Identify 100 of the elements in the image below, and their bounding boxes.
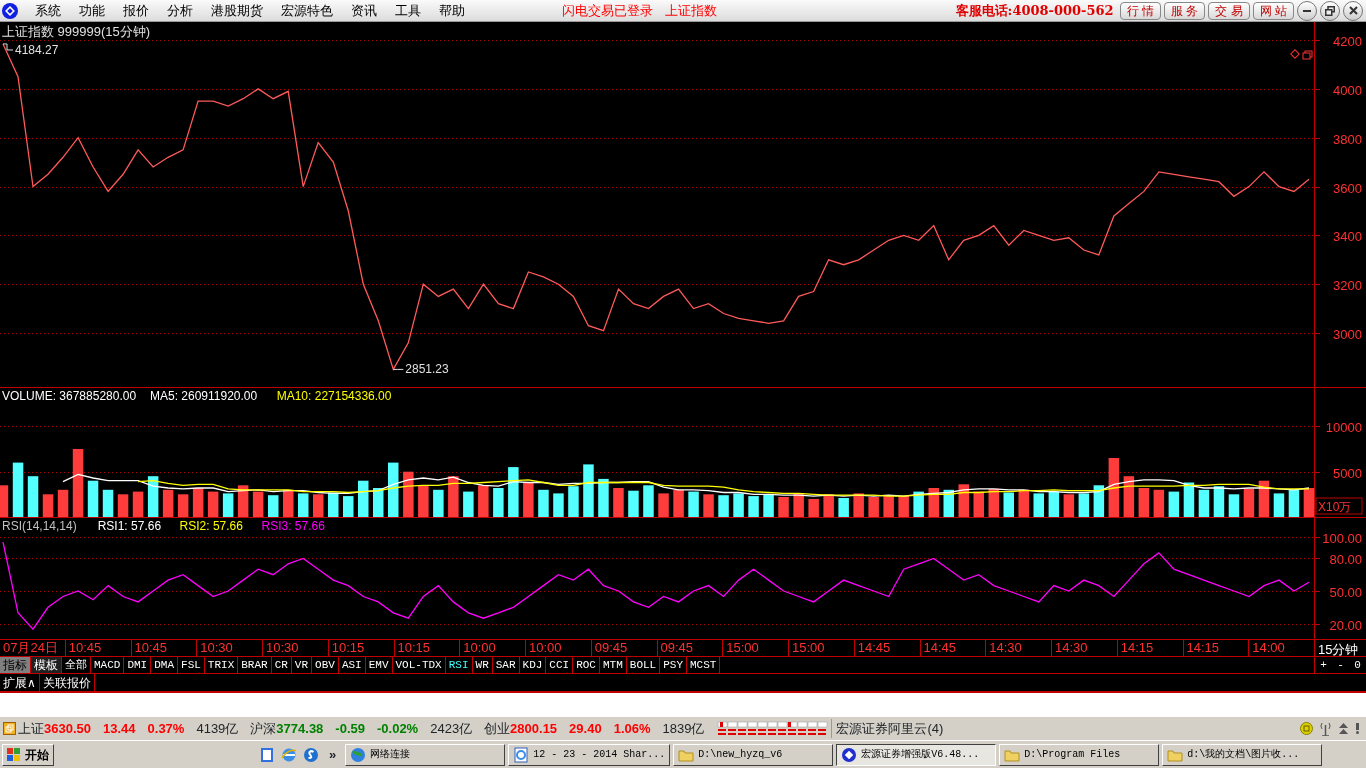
menu-item[interactable]: 功能 [70, 0, 114, 22]
index-price: 3774.38 [276, 719, 324, 738]
volume-bar [313, 494, 324, 517]
indicator-tab[interactable]: MACD [91, 657, 125, 673]
volume-bar [613, 488, 624, 517]
axis-label: 3400 [1333, 228, 1362, 244]
volume-bar [718, 495, 729, 517]
restore-button[interactable] [1320, 0, 1340, 21]
volume-bar [1138, 488, 1150, 517]
indicator-tab[interactable]: MTM [600, 657, 627, 673]
volume-bar [207, 491, 219, 517]
menu-item[interactable]: 工具 [386, 0, 430, 22]
indicator-tab[interactable]: CCI [546, 657, 574, 673]
indicator-tab[interactable]: MCST [687, 657, 721, 673]
index-price: 2800.15 [510, 719, 558, 738]
volume-bar [988, 488, 999, 517]
legend-text: RSI3: 57.66 [261, 519, 325, 533]
menu-item[interactable]: 帮助 [430, 0, 474, 22]
indicator-tab[interactable]: 模板 [31, 657, 62, 673]
volume-bar [883, 495, 894, 517]
index-amount: 4139亿 [196, 719, 239, 738]
volume-bar [703, 494, 714, 517]
index-percent: 0.37% [147, 719, 185, 738]
taskbar-button[interactable]: 网络连接 [345, 743, 506, 766]
volume-bar [1048, 491, 1060, 517]
index-change: -0.59 [335, 719, 365, 738]
index-name: 创业 [484, 719, 511, 738]
volume-bar [1168, 491, 1180, 517]
volume-bar [913, 491, 924, 517]
volume-bar [27, 476, 39, 517]
menu-item[interactable]: 分析 [158, 0, 202, 22]
volume-bar [523, 482, 534, 517]
time-label: 15:00 [723, 640, 789, 656]
axis-label: 50.00 [1329, 584, 1362, 600]
volume-bar [1273, 493, 1285, 517]
time-label: 10:30 [263, 640, 329, 656]
volume-bar [493, 488, 504, 517]
volume-bar [808, 498, 819, 517]
menu-button[interactable]: 交 易 [1208, 1, 1250, 20]
index-percent: -0.02% [377, 719, 419, 738]
volume-bar [373, 488, 384, 517]
start-button[interactable]: 开始 [2, 743, 54, 766]
volume-bar [778, 497, 789, 517]
indicator-tab[interactable]: VOL-TDX [392, 657, 446, 673]
index-amount: 1839亿 [662, 719, 705, 738]
volume-bar [1198, 489, 1210, 517]
hotline-text: 客服电话:4008-000-562 [955, 1, 1114, 20]
menu-item[interactable]: 资讯 [342, 0, 386, 22]
menu-item[interactable]: 宏源特色 [272, 0, 342, 22]
volume-bar [147, 476, 159, 517]
volume-bar [1018, 489, 1029, 517]
menu-item[interactable]: 港股期货 [202, 0, 272, 22]
volume-bar [763, 494, 774, 517]
menu-item[interactable]: 报价 [114, 0, 158, 22]
axis-label: 3600 [1333, 180, 1362, 196]
volume-bar [237, 485, 249, 517]
time-label: 14:30 [986, 640, 1052, 656]
taskbar-button[interactable]: d:\我的文档\图片收... [1162, 743, 1323, 766]
taskbar-button[interactable]: 12 - 23 - 2014 Shar... [508, 743, 671, 766]
period-label: 15分钟 [1317, 641, 1359, 656]
logo-icon [2, 2, 18, 19]
time-label: 14:15 [1183, 640, 1250, 656]
axis-label: 3000 [1333, 326, 1362, 342]
close-button[interactable] [1343, 0, 1363, 21]
menu-button[interactable]: 服 务 [1163, 1, 1206, 20]
volume-bar [838, 498, 849, 517]
volume-bar [478, 485, 489, 517]
time-label: 14:30 [1052, 640, 1118, 656]
index-price: 3630.50 [44, 719, 91, 738]
diamond-icon [1290, 49, 1300, 59]
indicator-tab[interactable]: 指标 [0, 657, 31, 673]
volume-bar [1123, 476, 1135, 517]
axis-label: 3800 [1333, 131, 1362, 147]
taskbar-button[interactable]: D:\Program Files [999, 743, 1160, 766]
volume-bar [12, 462, 24, 517]
taskbar-button[interactable]: 宏源证券增强版V6.48... [836, 743, 997, 766]
double-up-arrow-icon [1338, 722, 1349, 735]
indicator-tab[interactable]: 全部 [62, 657, 91, 673]
volume-bar [268, 495, 279, 517]
indicator-tab[interactable]: OBV [312, 657, 339, 673]
overflow-chevron[interactable]: » [329, 744, 337, 765]
menu-item[interactable]: 系统 [26, 0, 70, 22]
volume-bar [853, 493, 864, 517]
volume-bar [1243, 488, 1255, 517]
index-amount: 2423亿 [430, 719, 473, 738]
legend-text: RSI2: 57.66 [179, 519, 243, 533]
taskbar-button[interactable]: D:\new_hyzq_v6 [673, 743, 834, 766]
volume-bar [1033, 493, 1044, 517]
menu-button[interactable]: 行 情 [1119, 1, 1161, 20]
axis-label: 20.00 [1329, 617, 1362, 633]
time-label: 10:45 [65, 640, 132, 656]
indicator-tab[interactable]: WR [472, 657, 493, 673]
menu-button[interactable]: 网 站 [1252, 1, 1294, 20]
minimize-button[interactable] [1297, 0, 1317, 21]
indicator-tab[interactable]: VR [291, 657, 313, 673]
volume-bar [658, 493, 669, 517]
volume-bar [132, 491, 144, 517]
volume-bar [568, 486, 579, 517]
time-label: 10:00 [460, 640, 526, 656]
sub-tab[interactable]: 扩展∧ [0, 674, 40, 691]
